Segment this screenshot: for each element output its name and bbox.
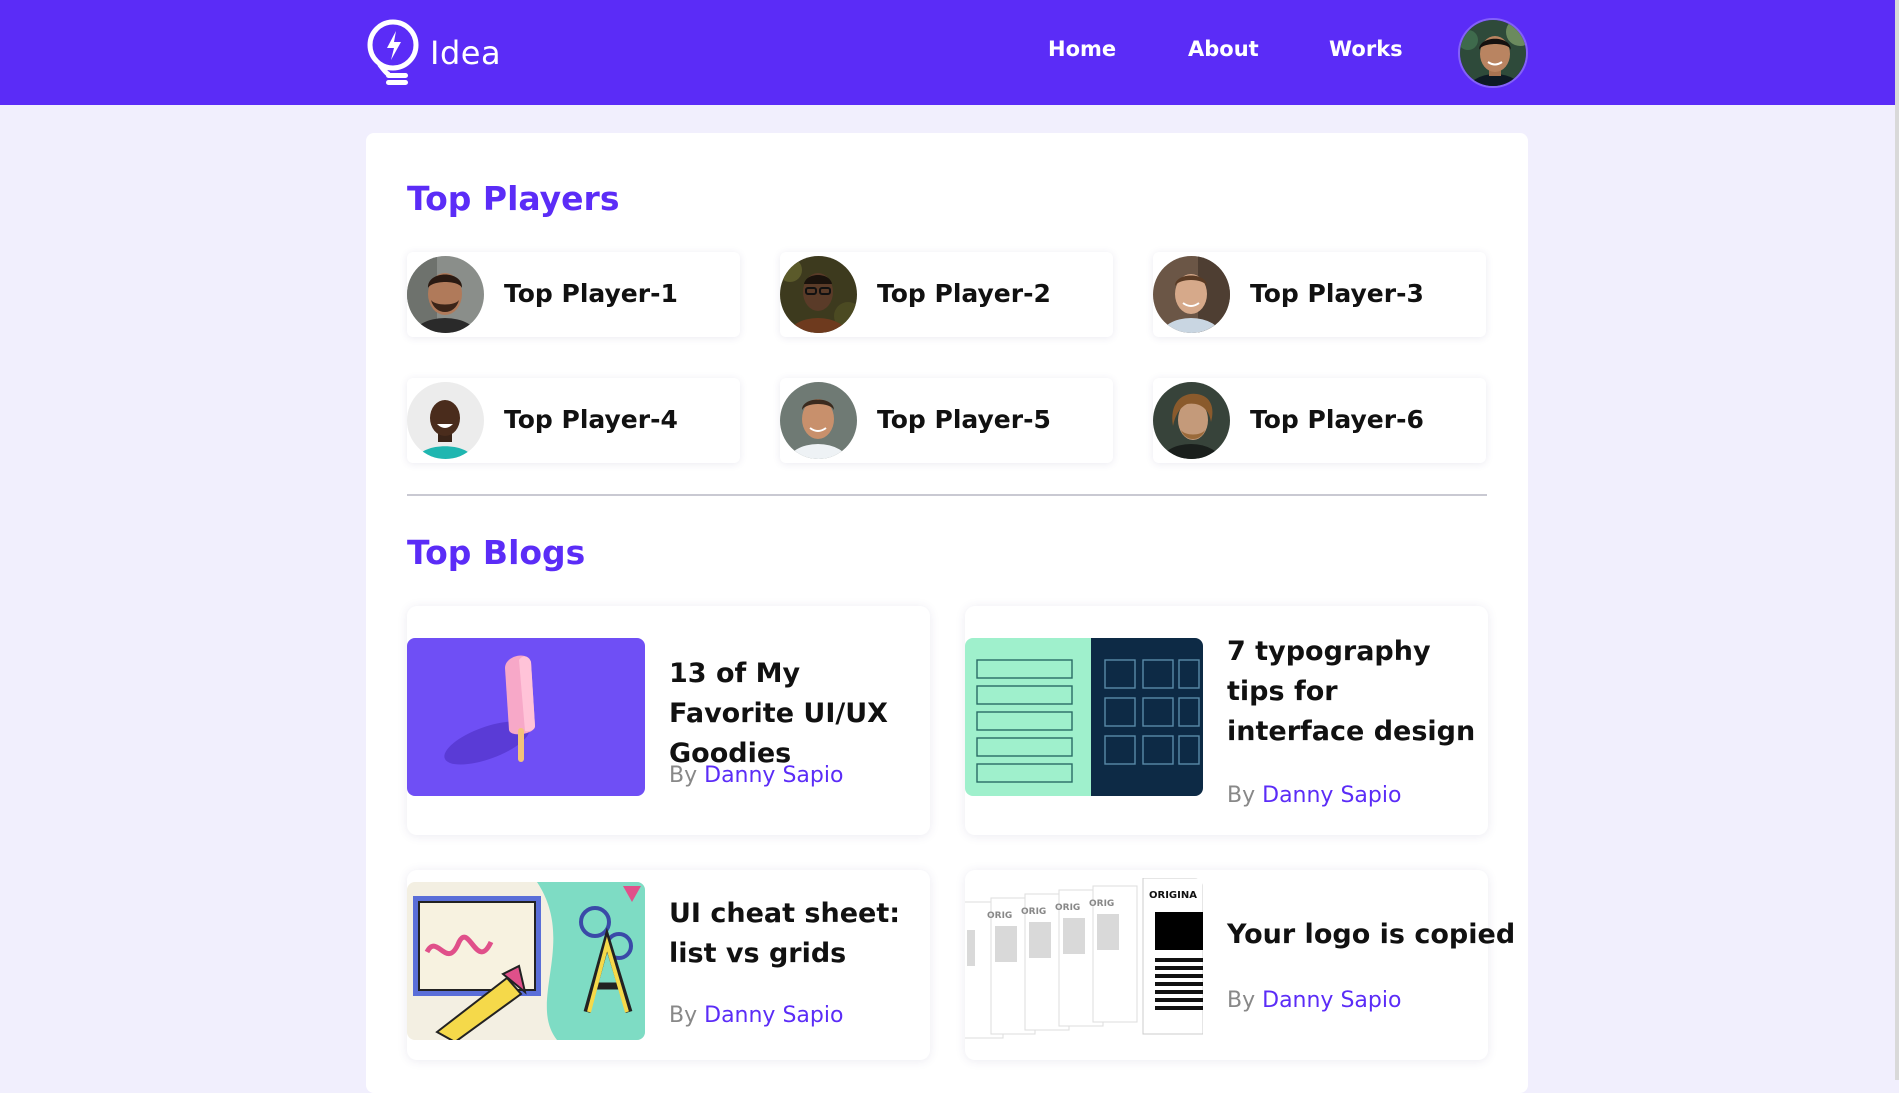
blog-title[interactable]: 7 typography tips for interface design xyxy=(1227,632,1482,752)
player-avatar xyxy=(780,382,857,459)
brand-name: Idea xyxy=(430,34,502,72)
blog-author: By Danny Sapio xyxy=(669,763,844,788)
player-name: Top Player-1 xyxy=(504,279,678,308)
blog-title[interactable]: Your logo is copied xyxy=(1227,915,1515,955)
svg-text:ORIG: ORIG xyxy=(1021,907,1046,917)
player-card[interactable]: Top Player-4 xyxy=(407,378,740,463)
player-card[interactable]: Top Player-1 xyxy=(407,252,740,337)
player-name: Top Player-5 xyxy=(877,405,1051,434)
scrollbar[interactable] xyxy=(1895,0,1899,1080)
player-card[interactable]: Top Player-3 xyxy=(1153,252,1486,337)
player-avatar xyxy=(407,256,484,333)
player-card[interactable]: Top Player-5 xyxy=(780,378,1113,463)
svg-text:ORIGINA: ORIGINA xyxy=(1149,890,1197,901)
blog-author: By Danny Sapio xyxy=(1227,988,1402,1013)
player-avatar xyxy=(780,256,857,333)
svg-text:ORIG: ORIG xyxy=(987,911,1012,921)
player-avatar xyxy=(1153,382,1230,459)
blog-card[interactable]: ORIG ORIG ORIG ORIG ORIGINA Your logo is… xyxy=(965,870,1515,1060)
blog-thumbnail: ORIG ORIG ORIG ORIG ORIGINA xyxy=(965,878,1203,1046)
blog-title[interactable]: 13 of My Favorite UI/UX Goodies xyxy=(669,654,924,774)
player-card[interactable]: Top Player-2 xyxy=(780,252,1113,337)
lightbulb-icon xyxy=(367,19,419,85)
author-link[interactable]: Danny Sapio xyxy=(1262,783,1401,808)
blog-thumbnail xyxy=(965,638,1203,796)
author-link[interactable]: Danny Sapio xyxy=(1262,988,1401,1013)
player-avatar xyxy=(1153,256,1230,333)
nav-link-home[interactable]: Home xyxy=(1048,37,1116,61)
player-name: Top Player-2 xyxy=(877,279,1051,308)
nav-link-about[interactable]: About xyxy=(1188,37,1259,61)
top-navbar: Idea Home About Works xyxy=(0,0,1895,105)
blog-thumbnail xyxy=(407,638,645,796)
player-avatar xyxy=(407,382,484,459)
blog-card[interactable]: 13 of My Favorite UI/UX Goodies By Danny… xyxy=(407,606,930,835)
player-card[interactable]: Top Player-6 xyxy=(1153,378,1486,463)
nav-link-works[interactable]: Works xyxy=(1329,37,1403,61)
blog-card[interactable]: UI cheat sheet: list vs grids By Danny S… xyxy=(407,870,930,1060)
section-title-top-blogs: Top Blogs xyxy=(407,533,586,572)
section-title-top-players: Top Players xyxy=(407,179,620,218)
blog-author: By Danny Sapio xyxy=(669,1003,844,1028)
svg-text:ORIG: ORIG xyxy=(1089,899,1114,909)
blog-title[interactable]: UI cheat sheet: list vs grids xyxy=(669,894,924,974)
brand-logo[interactable]: Idea xyxy=(366,18,501,88)
blog-thumbnail xyxy=(407,882,645,1040)
blog-author: By Danny Sapio xyxy=(1227,783,1402,808)
user-avatar[interactable] xyxy=(1458,18,1528,88)
blog-card[interactable]: 7 typography tips for interface design B… xyxy=(965,606,1488,835)
section-divider xyxy=(407,494,1487,496)
player-name: Top Player-4 xyxy=(504,405,678,434)
author-link[interactable]: Danny Sapio xyxy=(704,1003,843,1028)
svg-text:ORIG: ORIG xyxy=(1055,903,1080,913)
author-link[interactable]: Danny Sapio xyxy=(704,763,843,788)
player-name: Top Player-3 xyxy=(1250,279,1424,308)
player-name: Top Player-6 xyxy=(1250,405,1424,434)
